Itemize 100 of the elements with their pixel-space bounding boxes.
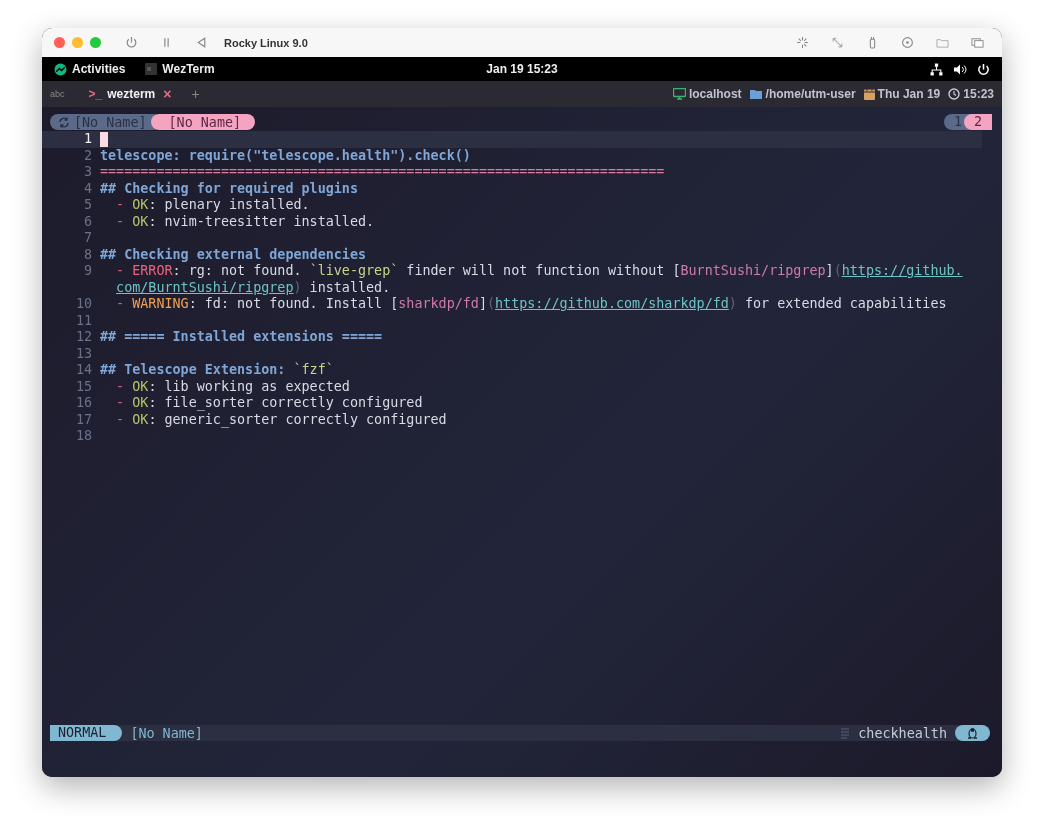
clock-icon <box>948 88 961 100</box>
back-icon[interactable] <box>195 36 208 49</box>
buffer-tab[interactable]: [No Name] <box>150 114 256 130</box>
heading-text: ## Checking for required plugins <box>100 180 358 197</box>
status-text: 15:23 <box>963 87 994 101</box>
line-text: : file_sorter correctly configured <box>148 395 423 412</box>
file-name: [No Name] <box>130 725 203 741</box>
status-text: localhost <box>688 87 742 101</box>
line-number: 18 <box>74 428 93 445</box>
line-text: : plenary installed. <box>148 197 310 214</box>
line-text: ] <box>825 263 834 280</box>
warning-label: WARNING <box>132 296 189 313</box>
new-tab-button[interactable]: + <box>191 86 200 102</box>
error-label: ERROR <box>132 263 173 280</box>
cycle-icon <box>58 116 70 128</box>
line-text: : nvim-treesitter installed. <box>148 213 375 230</box>
volume-icon[interactable] <box>953 62 967 76</box>
line-number: 1 <box>82 131 93 148</box>
link-label: sharkdp/fd <box>398 296 479 313</box>
terminal-icon <box>145 63 158 75</box>
code-text: `fzf` <box>293 362 334 379</box>
status-text: /home/utm-user <box>765 87 856 101</box>
ok-label: OK <box>132 197 149 214</box>
line-number: 4 <box>82 180 93 197</box>
status-text: Thu Jan 19 <box>877 87 941 101</box>
window-title: Rocky Linux 9.0 <box>224 36 308 49</box>
line-text: for extended capabilities <box>743 296 947 313</box>
sparkle-icon[interactable] <box>796 36 809 49</box>
line-number: 2 <box>82 147 93 164</box>
heading-text: telescope: require("telescope.health").check() <box>100 147 471 164</box>
maximize-button[interactable] <box>90 37 101 48</box>
link-label: BurntSushi/ripgrep <box>680 263 826 280</box>
paren-text: ) <box>293 279 302 296</box>
list-dash: - <box>115 263 126 280</box>
ok-label: OK <box>132 411 149 428</box>
tabpage-tab[interactable]: 2 <box>963 114 992 130</box>
network-icon[interactable] <box>930 62 943 76</box>
ok-label: OK <box>132 395 149 412</box>
list-dash: - <box>115 197 126 214</box>
line-number: 17 <box>74 411 93 428</box>
line-number: 12 <box>74 329 93 346</box>
penguin-icon <box>967 727 978 739</box>
calendar-icon <box>863 88 875 100</box>
line-number: 5 <box>82 197 93 214</box>
line-text: : generic_sorter correctly configured <box>148 411 447 428</box>
list-dash: - <box>115 411 126 428</box>
heading-text: ## Telescope Extension: <box>100 362 287 379</box>
line-number: 7 <box>82 230 93 247</box>
logo-icon <box>54 62 67 76</box>
text-cursor <box>100 131 108 147</box>
line-number: 3 <box>82 164 93 181</box>
terminal-tab[interactable]: >_ wezterm × <box>82 81 178 107</box>
line-text: finder will not function without [ <box>405 263 681 280</box>
ok-label: OK <box>132 378 149 395</box>
line-number: 14 <box>74 362 93 379</box>
list-dash: - <box>115 213 126 230</box>
heading-text: ## ===== Installed extensions ===== <box>100 329 383 346</box>
list-dash: - <box>115 296 126 313</box>
url-link[interactable]: https://github. <box>841 263 963 280</box>
folder-icon <box>749 88 763 100</box>
monitor-icon <box>672 88 686 100</box>
minimize-button[interactable] <box>72 37 83 48</box>
folder-icon[interactable] <box>936 36 949 49</box>
url-link[interactable]: com/BurntSushi/ripgrep <box>116 279 294 296</box>
line-text: ] <box>478 296 487 313</box>
paren-text: ( <box>833 263 842 280</box>
line-number: 13 <box>74 345 93 362</box>
tab-close-button[interactable]: × <box>163 86 172 102</box>
prompt-glyph: >_ <box>88 87 103 101</box>
disc-icon[interactable] <box>901 36 914 49</box>
line-text: installed. <box>308 279 391 296</box>
line-number: 16 <box>74 395 93 412</box>
filetype-label: checkhealth <box>858 725 947 741</box>
paren-text: ) <box>728 296 737 313</box>
heading-text: ## Checking external dependencies <box>100 246 367 263</box>
list-dash: - <box>115 395 126 412</box>
tab-label: wezterm <box>107 87 156 101</box>
windows-icon[interactable] <box>971 36 984 49</box>
line-number: 11 <box>74 312 93 329</box>
ok-label: OK <box>132 213 149 230</box>
mode-indicator: NORMAL <box>50 725 123 741</box>
list-dash: - <box>115 378 126 395</box>
line-number: 10 <box>74 296 93 313</box>
resize-icon[interactable] <box>831 36 844 49</box>
url-link[interactable]: https://github.com/sharkdp/fd <box>495 296 729 313</box>
keyboard-layout-label: abc <box>50 89 65 99</box>
close-button[interactable] <box>54 37 65 48</box>
line-number: 15 <box>74 378 93 395</box>
line-text: : lib working as expected <box>148 378 350 395</box>
line-text: : fd: not found. Install [ <box>188 296 399 313</box>
line-number: 6 <box>82 213 93 230</box>
lines-icon <box>840 727 851 739</box>
separator-text: ====================================================================== <box>100 164 665 181</box>
code-text: `live-grep` <box>309 263 399 280</box>
activities-button[interactable]: Activities <box>54 62 126 76</box>
paren-text: ( <box>487 296 496 313</box>
line-number: 9 <box>82 263 93 280</box>
clock-button[interactable]: Jan 19 15:23 <box>486 62 558 76</box>
line-text: : rg: not found. <box>172 263 303 280</box>
app-menu-button[interactable]: WezTerm <box>145 62 215 76</box>
